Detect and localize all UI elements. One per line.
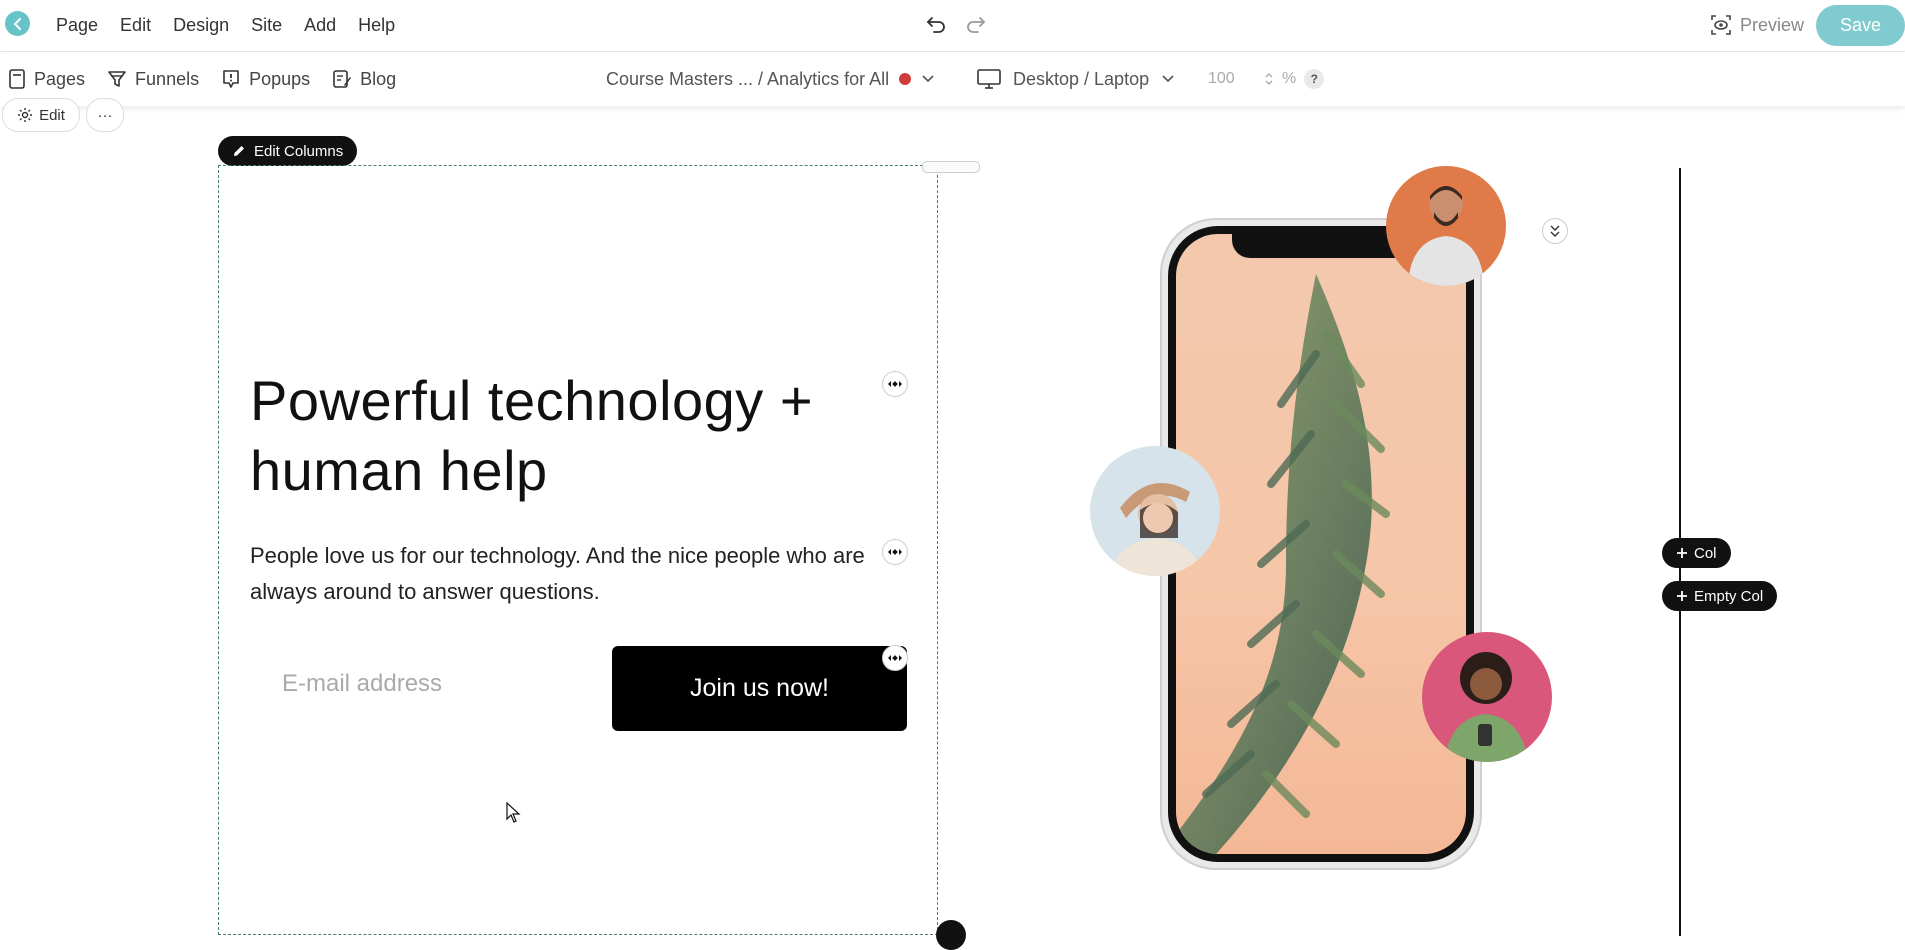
phone-screen-image [1176, 234, 1466, 854]
hero-headline[interactable]: Powerful technology + human help [250, 366, 890, 506]
undo-redo-group [924, 12, 988, 36]
more-options-button[interactable]: ··· [86, 98, 124, 132]
person-icon [1408, 186, 1484, 286]
popup-icon [223, 70, 239, 88]
breadcrumb-text: Course Masters ... / Analytics for All [606, 68, 890, 89]
move-arrows-icon [888, 549, 902, 555]
join-button[interactable]: Join us now! [612, 646, 907, 731]
mouse-cursor-icon [506, 802, 521, 823]
edit-columns-button[interactable]: Edit Columns [218, 136, 358, 166]
section-edit-button[interactable]: Edit [2, 98, 80, 132]
save-button[interactable]: Save [1816, 5, 1905, 46]
menu-add[interactable]: Add [304, 15, 336, 36]
tab-popups-label: Popups [249, 68, 311, 89]
status-dot [899, 73, 912, 85]
tab-pages-label: Pages [34, 68, 86, 89]
funnel-icon [108, 71, 126, 87]
menu-design[interactable]: Design [173, 15, 229, 36]
move-handle-icon[interactable] [882, 645, 908, 671]
tab-funnels-label: Funnels [135, 68, 200, 89]
avatar-man [1386, 166, 1506, 286]
tab-blog[interactable]: Blog [332, 69, 396, 90]
redo-icon[interactable] [964, 12, 988, 36]
preview-button[interactable]: Preview [1710, 12, 1804, 38]
tab-popups[interactable]: Popups [221, 69, 310, 90]
add-section-button[interactable] [936, 920, 966, 950]
phone-notch [1232, 232, 1412, 258]
tab-funnels[interactable]: Funnels [107, 69, 199, 90]
move-handle-icon[interactable] [882, 371, 908, 397]
plant-image [1176, 274, 1390, 854]
zoom-control: 100 % ? [1208, 52, 1325, 106]
add-empty-col-button[interactable]: Empty Col [1662, 581, 1778, 611]
avatar-woman-curly [1422, 632, 1552, 762]
double-chevron-down-icon [1550, 225, 1560, 237]
person-icon [1444, 652, 1528, 762]
page-icon [9, 69, 25, 89]
pencil-icon [234, 146, 244, 156]
zoom-input[interactable]: 100 [1208, 66, 1256, 92]
preview-label: Preview [1740, 14, 1805, 35]
chevron-down-icon [922, 75, 934, 83]
device-label: Desktop / Laptop [1013, 68, 1150, 89]
menu-page[interactable]: Page [56, 15, 98, 36]
person-icon [1110, 483, 1202, 576]
help-badge[interactable]: ? [1304, 69, 1325, 89]
zoom-unit: % [1282, 70, 1297, 87]
chevron-down-icon [1162, 75, 1174, 83]
move-arrows-icon [888, 655, 902, 661]
add-col-button[interactable]: Col [1662, 538, 1731, 568]
section-edit-label: Edit [39, 106, 65, 124]
column-drag-handle[interactable] [922, 161, 980, 173]
menu-edit[interactable]: Edit [120, 15, 151, 36]
tab-pages[interactable]: Pages [8, 69, 85, 90]
preview-icon [1711, 15, 1731, 35]
device-selector[interactable]: Desktop / Laptop [977, 52, 1175, 106]
site-breadcrumb[interactable]: Course Masters ... / Analytics for All [606, 52, 935, 106]
move-handle-icon[interactable] [882, 539, 908, 565]
add-col-label: Col [1694, 544, 1717, 562]
tab-blog-label: Blog [360, 68, 397, 89]
menu-site[interactable]: Site [251, 15, 282, 36]
move-arrows-icon [888, 381, 902, 387]
collapse-chevrons-icon[interactable] [1542, 218, 1568, 244]
hero-subtext[interactable]: People love us for our technology. And t… [250, 538, 920, 610]
back-button[interactable] [5, 11, 30, 36]
desktop-icon [977, 69, 1001, 89]
chevron-left-icon [13, 17, 21, 30]
menu-help[interactable]: Help [358, 15, 395, 36]
gear-icon [18, 108, 33, 122]
main-menu: Page Edit Design Site Add Help [56, 0, 395, 51]
edit-columns-label: Edit Columns [254, 142, 344, 160]
plus-icon [1677, 548, 1687, 558]
email-field[interactable]: E-mail address [282, 670, 442, 698]
undo-icon[interactable] [924, 12, 948, 36]
blog-icon [333, 70, 352, 88]
avatar-woman-hat [1090, 446, 1220, 576]
stepper-icon[interactable] [1264, 71, 1274, 87]
plus-icon [1677, 591, 1687, 601]
add-empty-col-label: Empty Col [1694, 587, 1764, 605]
